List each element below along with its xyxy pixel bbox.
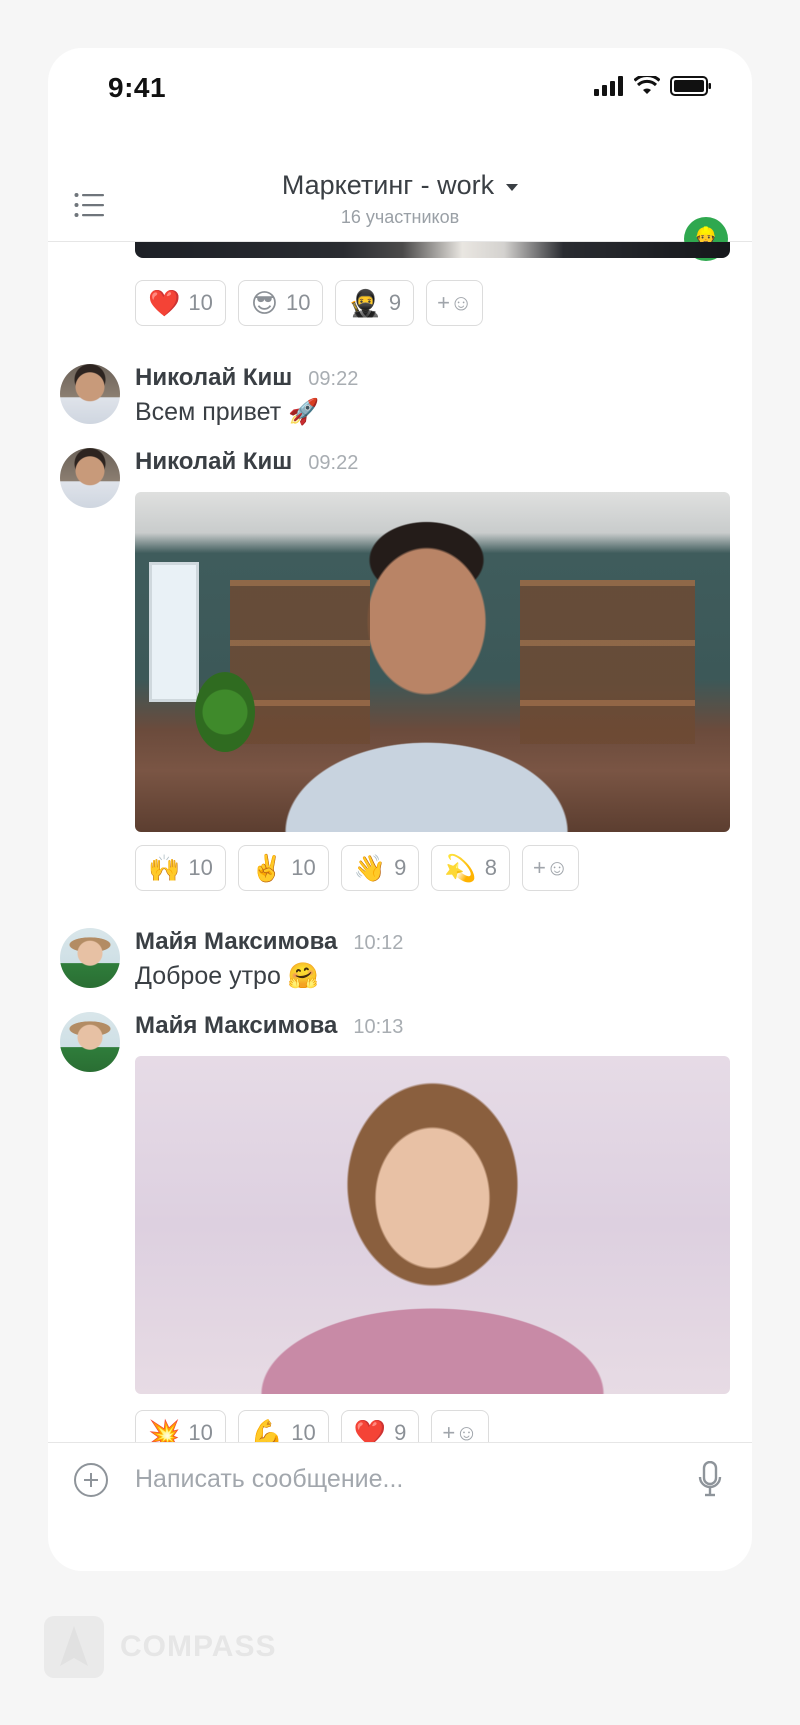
author-name[interactable]: Майя Максимова — [135, 1012, 337, 1040]
waving-hand-icon: 👋 — [353, 853, 387, 883]
sunglasses-face-icon: 😎 — [250, 288, 278, 318]
status-icons — [594, 76, 712, 96]
chat-title-group[interactable]: Маркетинг - work 16 участников — [48, 170, 752, 228]
chat-members-count: 16 участников — [340, 207, 460, 227]
reaction-count: 8 — [484, 855, 497, 880]
reaction-count: 10 — [291, 855, 316, 880]
heart-icon: ❤️ — [148, 288, 181, 318]
message-meta: Николай Киш 09:22 — [135, 364, 358, 392]
photo-window — [149, 562, 199, 702]
reaction-count: 9 — [388, 290, 402, 315]
cellular-signal-icon — [594, 76, 623, 96]
status-bar: 9:41 — [48, 48, 752, 128]
photo-attachment[interactable] — [135, 492, 730, 832]
reaction-heart[interactable]: ❤️ 10 — [135, 280, 226, 326]
ninja-icon: 🥷 — [348, 288, 381, 318]
compass-arrow-icon — [60, 1626, 88, 1666]
reaction-raising-hands[interactable]: 🙌 10 — [135, 845, 226, 891]
brand-logo: COMPASS — [44, 1616, 276, 1678]
photo-bookshelf — [520, 580, 695, 744]
author-name[interactable]: Николай Киш — [135, 448, 292, 476]
photo-attachment[interactable] — [135, 1056, 730, 1394]
previous-photo-attachment[interactable] — [135, 242, 730, 258]
message-time: 09:22 — [308, 368, 359, 390]
avatar[interactable] — [60, 448, 120, 508]
reaction-count: 9 — [394, 855, 407, 880]
chat-title[interactable]: Маркетинг - work — [281, 170, 519, 201]
add-reaction-button[interactable]: +☺ — [426, 280, 484, 326]
message-time: 09:22 — [308, 452, 359, 474]
add-reaction-button[interactable]: +☺ — [521, 845, 580, 891]
microphone-icon[interactable] — [698, 1461, 722, 1497]
reaction-wave[interactable]: 👋 9 — [340, 845, 420, 891]
chat-title-text: Маркетинг - work — [281, 170, 495, 200]
reaction-bar: ❤️ 10 😎 10 🥷 9 +☺ — [135, 280, 484, 326]
reaction-count: 10 — [188, 855, 213, 880]
message-meta: Майя Максимова 10:12 — [135, 928, 403, 956]
reaction-count: 10 — [285, 290, 311, 315]
chevron-down-icon — [506, 184, 519, 191]
battery-icon — [670, 76, 711, 96]
attach-plus-icon[interactable] — [74, 1463, 108, 1497]
victory-hand-icon: ✌️ — [250, 853, 284, 883]
message-meta: Николай Киш 09:22 — [135, 448, 358, 476]
compass-logo-icon — [44, 1616, 104, 1678]
chat-header: Маркетинг - work 16 участников 👷 — [48, 128, 752, 261]
message-text: Доброе утро 🤗 — [135, 962, 319, 990]
phone-frame: 9:41 Маркетинг - work 16 участников 👷 ❤️… — [48, 48, 752, 1571]
message-list[interactable]: ❤️ 10 😎 10 🥷 9 +☺ Николай Киш 09:22 Всем… — [48, 242, 752, 1490]
reaction-ninja[interactable]: 🥷 9 — [335, 280, 415, 326]
avatar[interactable] — [60, 364, 120, 424]
photo-plant — [195, 672, 255, 752]
reaction-dizzy[interactable]: 💫 8 — [431, 845, 510, 891]
author-name[interactable]: Майя Максимова — [135, 928, 337, 956]
reaction-count: 10 — [188, 290, 213, 315]
message-meta: Майя Максимова 10:13 — [135, 1012, 403, 1040]
status-time: 9:41 — [108, 72, 167, 103]
message-time: 10:12 — [353, 932, 404, 954]
brand-name: COMPASS — [120, 1630, 277, 1663]
message-text: Всем привет 🚀 — [135, 398, 320, 426]
dizzy-icon: 💫 — [444, 853, 477, 883]
reaction-victory[interactable]: ✌️ 10 — [237, 845, 329, 891]
avatar[interactable] — [60, 1012, 120, 1072]
reaction-sunglasses[interactable]: 😎 10 — [237, 280, 324, 326]
reaction-bar: 🙌 10 ✌️ 10 👋 9 💫 8 +☺ — [135, 845, 580, 891]
message-composer — [48, 1442, 752, 1514]
wifi-icon — [634, 76, 660, 94]
avatar[interactable] — [60, 928, 120, 988]
author-name[interactable]: Николай Киш — [135, 364, 292, 392]
raising-hands-icon: 🙌 — [148, 853, 181, 883]
message-time: 10:13 — [353, 1016, 404, 1038]
message-input[interactable] — [135, 1459, 635, 1499]
